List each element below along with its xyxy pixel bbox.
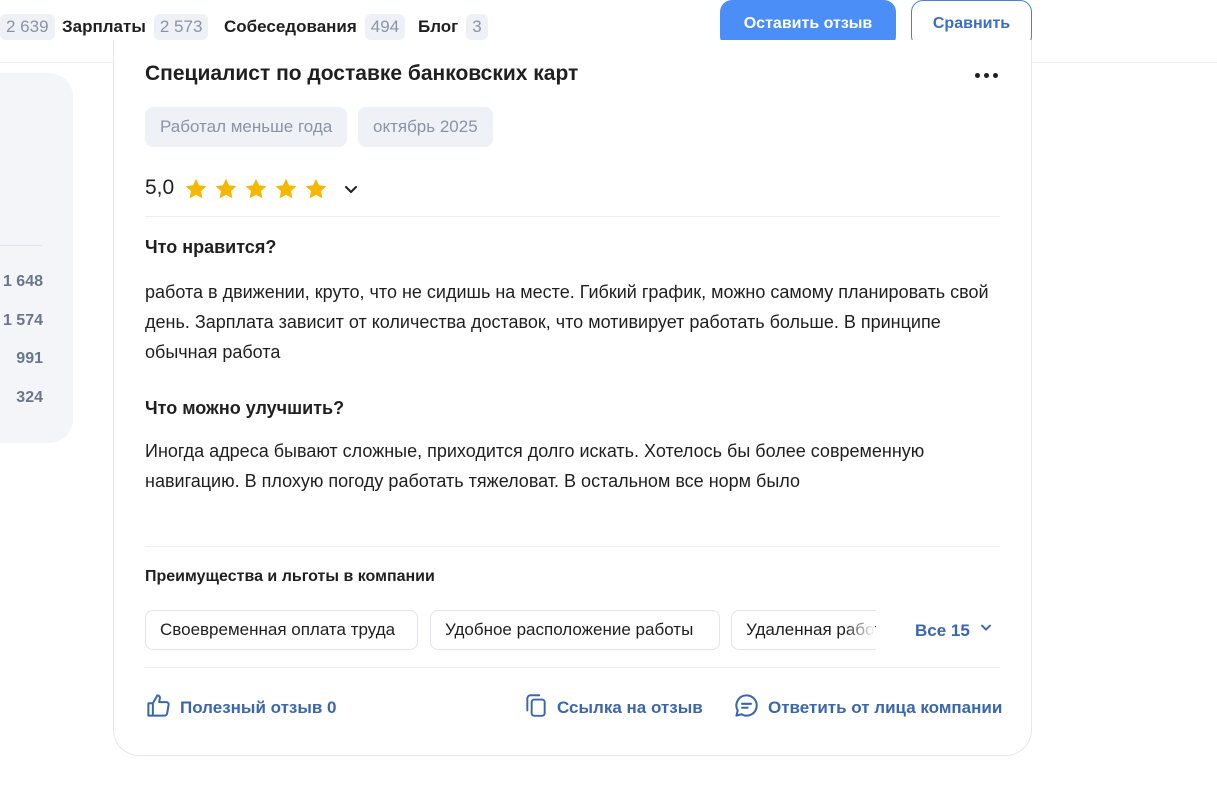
benefits-show-all-label: Все 15 [915, 620, 970, 640]
thumbs-up-icon [145, 692, 172, 724]
copy-icon [523, 692, 549, 723]
improve-text: Иногда адреса бывают сложные, приходится… [145, 441, 925, 491]
review-title: Специалист по доставке банковских карт [145, 62, 579, 85]
star-icon [243, 176, 269, 202]
side-count-3: 991 [16, 350, 43, 367]
side-count-4: 324 [16, 389, 43, 406]
benefits-heading: Преимущества и льготы в компании [145, 568, 435, 585]
tag-date: октябрь 2025 [358, 107, 493, 147]
helpful-label: Полезный отзыв 0 [180, 698, 337, 717]
nav-tab-interviews[interactable]: Собеседования 494 [224, 12, 406, 42]
nav-count-blog: 3 [466, 14, 488, 40]
more-options-icon[interactable] [972, 64, 1000, 86]
benefit-chip: Удобное расположение работы [430, 610, 720, 650]
benefits-show-all-button[interactable]: Все 15 [915, 620, 994, 641]
rating-stars [183, 176, 329, 202]
likes-text: работа в движении, круто, что не сидишь … [145, 282, 989, 362]
star-icon [213, 176, 239, 202]
chip-fade [845, 611, 875, 649]
improve-heading: Что можно улучшить? [145, 398, 345, 418]
helpful-button[interactable]: Полезный отзыв 0 [145, 692, 337, 724]
side-panel [0, 73, 73, 443]
tag-tenure: Работал меньше года [145, 107, 348, 147]
reply-as-company-button[interactable]: Ответить от лица компании [733, 692, 1002, 724]
nav-count-interviews: 494 [364, 14, 406, 40]
nav-count-salaries: 2 573 [153, 14, 209, 40]
star-icon [303, 176, 329, 202]
nav-tab-reviews[interactable]: 2 639 [0, 12, 55, 42]
side-count-1: 1 648 [2, 273, 43, 290]
divider [145, 667, 1000, 668]
divider [145, 216, 1000, 217]
divider [145, 546, 1000, 547]
star-icon [273, 176, 299, 202]
rating-value: 5,0 [145, 176, 175, 199]
copy-link-label: Ссылка на отзыв [557, 697, 703, 717]
chevron-down-icon [978, 620, 994, 641]
nav-count-reviews: 2 639 [0, 14, 55, 40]
copy-link-button[interactable]: Ссылка на отзыв [523, 692, 703, 723]
rating-expand-chevron-icon[interactable] [341, 180, 361, 205]
star-icon [183, 176, 209, 202]
nav-label-interviews: Собеседования [224, 17, 357, 36]
benefit-chip: Своевременная оплата труда [145, 610, 418, 650]
nav-label-salaries: Зарплаты [62, 17, 146, 36]
nav-tab-blog[interactable]: Блог 3 [418, 12, 488, 42]
likes-heading: Что нравится? [145, 237, 277, 257]
chat-bubble-icon [733, 692, 760, 724]
side-panel-divider [0, 245, 42, 246]
nav-label-blog: Блог [418, 17, 459, 36]
nav-tab-salaries[interactable]: Зарплаты 2 573 [62, 12, 209, 42]
side-count-2: 1 574 [2, 312, 43, 329]
reply-label: Ответить от лица компании [768, 698, 1003, 717]
